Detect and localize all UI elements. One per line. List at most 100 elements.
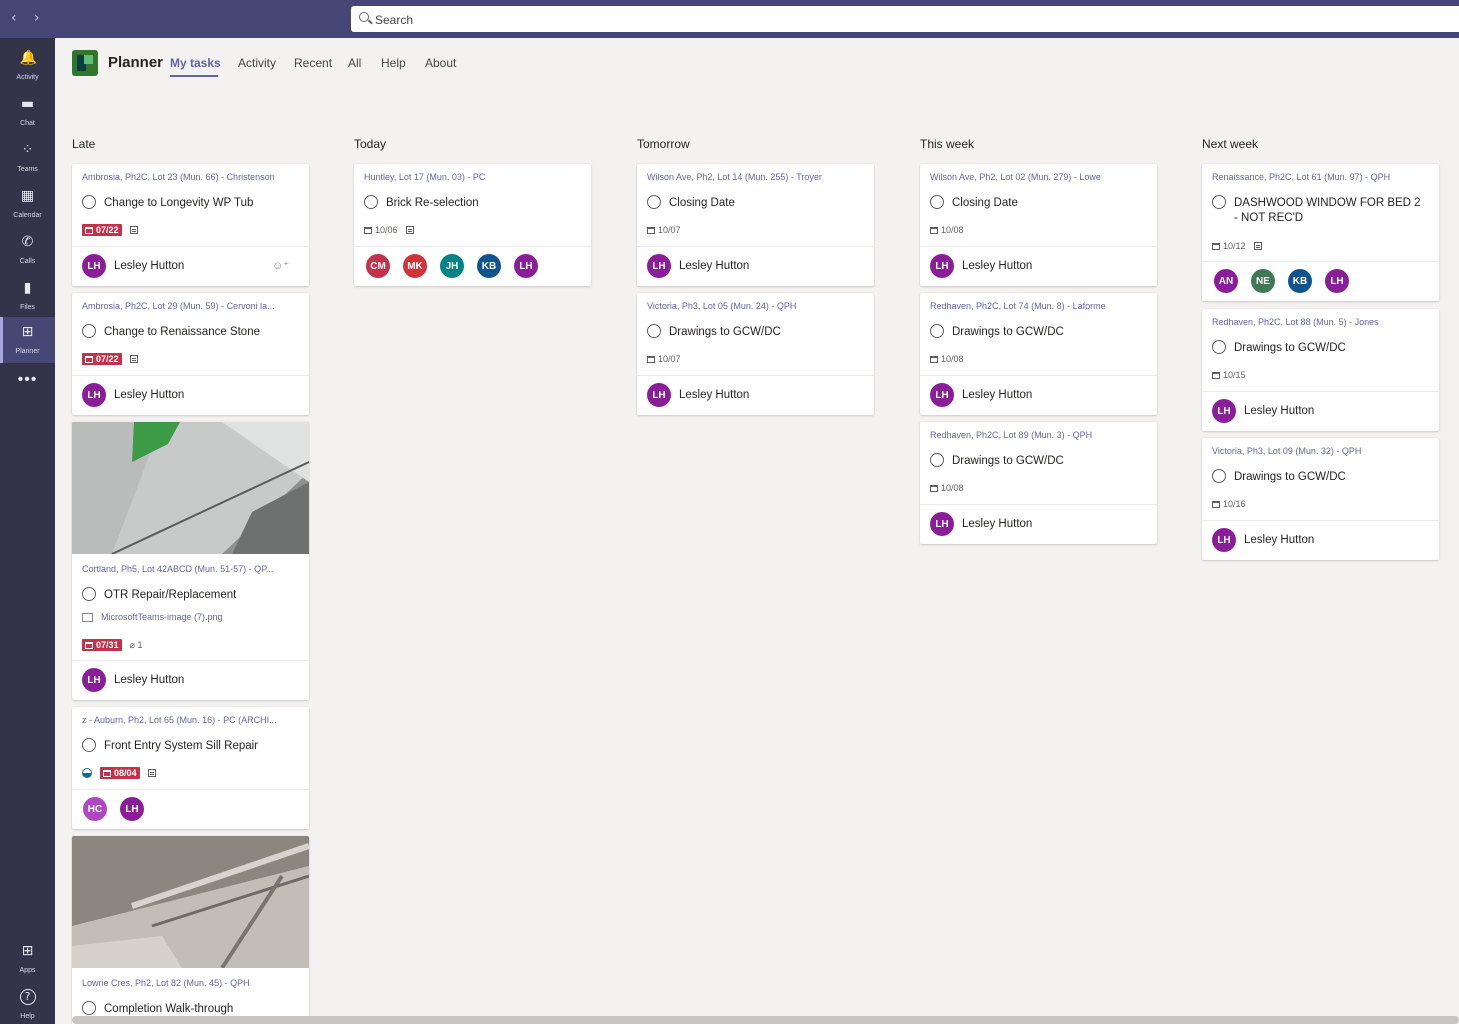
attachment-link[interactable]: MicrosoftTeams-image (7).png	[82, 612, 223, 622]
app-rail: 🔔 Activity ▬ Chat ⁘ Teams ▦ Calendar ✆ C…	[0, 38, 55, 1024]
task-card[interactable]: Wilson Ave, Ph2, Lot 02 (Mun. 279) - Low…	[920, 164, 1157, 286]
app-title: Planner	[108, 54, 164, 71]
avatar: LH	[930, 512, 954, 536]
avatar: LH	[647, 254, 671, 278]
assignee-name: Lesley Hutton	[114, 260, 185, 272]
more-apps-icon[interactable]: •••	[0, 371, 55, 389]
task-card[interactable]: Redhaven, Ph2C, Lot 88 (Mun. 5) - Jones …	[1202, 309, 1439, 431]
complete-task-checkbox[interactable]	[82, 1001, 96, 1015]
task-plan-breadcrumb[interactable]: Lowrie Cres, Ph2, Lot 82 (Mun. 45) - QPH	[82, 978, 300, 988]
complete-task-checkbox[interactable]	[647, 195, 661, 209]
search-input[interactable]: Search	[351, 6, 1459, 32]
calendar-icon	[364, 226, 372, 234]
tab-help[interactable]: Help	[381, 56, 406, 70]
complete-task-checkbox[interactable]	[1212, 469, 1226, 483]
task-plan-breadcrumb[interactable]: Victoria, Ph3, Lot 09 (Mun. 32) - QPH	[1212, 446, 1430, 456]
task-card[interactable]: Wilson Ave, Ph2, Lot 14 (Mun. 255) - Tro…	[637, 164, 874, 286]
task-card[interactable]: Lowrie Cres, Ph2, Lot 82 (Mun. 45) - QPH…	[72, 836, 309, 1024]
tab-recent[interactable]: Recent	[294, 56, 332, 70]
avatar: HC	[83, 797, 107, 821]
rail-item-teams[interactable]: ⁘ Teams	[0, 135, 55, 181]
avatar: LH	[82, 254, 106, 278]
task-plan-breadcrumb[interactable]: Redhaven, Ph2C, Lot 88 (Mun. 5) - Jones	[1212, 317, 1430, 327]
task-title: Change to Longevity WP Tub	[104, 197, 254, 209]
assignee: LH Lesley Hutton	[82, 383, 184, 407]
tab-my-tasks[interactable]: My tasks	[170, 56, 221, 70]
avatar: CM	[366, 254, 390, 278]
calendar-icon	[930, 484, 938, 492]
task-title: Drawings to GCW/DC	[669, 326, 781, 338]
calendar-icon	[930, 226, 938, 234]
forward-arrow-icon[interactable]: ›	[34, 10, 40, 26]
teams-icon: ⁘	[21, 142, 34, 158]
avatar: LH	[120, 797, 144, 821]
rail-item-calls[interactable]: ✆ Calls	[0, 227, 55, 273]
complete-task-checkbox[interactable]	[82, 195, 96, 209]
complete-task-checkbox[interactable]	[930, 453, 944, 467]
horizontal-scrollbar[interactable]	[72, 1016, 1459, 1024]
task-title: OTR Repair/Replacement	[104, 589, 237, 601]
task-card[interactable]: Redhaven, Ph2C, Lot 74 (Mun. 8) - Laform…	[920, 293, 1157, 415]
task-plan-breadcrumb[interactable]: Ambrosia, Ph2C, Lot 29 (Mun. 59) - Cervo…	[82, 301, 300, 311]
task-card[interactable]: Redhaven, Ph2C, Lot 89 (Mun. 3) - QPH Dr…	[920, 422, 1157, 544]
search-placeholder: Search	[375, 13, 414, 27]
assignee-name: Lesley Hutton	[679, 260, 750, 272]
assignee: LH Lesley Hutton	[647, 383, 749, 407]
planner-icon: ⊞	[21, 324, 34, 340]
column-title-today: Today	[354, 137, 387, 151]
rail-item-activity[interactable]: 🔔 Activity	[0, 43, 55, 89]
task-card[interactable]: Victoria, Ph3, Lot 05 (Mun. 24) - QPH Dr…	[637, 293, 874, 415]
task-card[interactable]: Cortland, Ph5, Lot 42ABCD (Mun. 51-57) -…	[72, 422, 309, 700]
complete-task-checkbox[interactable]	[82, 324, 96, 338]
avatar: LH	[1212, 399, 1236, 423]
rail-item-planner[interactable]: ⊞ Planner	[0, 317, 55, 363]
calendar-icon	[930, 355, 938, 363]
search-icon	[359, 12, 369, 22]
complete-task-checkbox[interactable]	[1212, 195, 1226, 209]
task-plan-breadcrumb[interactable]: Wilson Ave, Ph2, Lot 14 (Mun. 255) - Tro…	[647, 172, 865, 182]
task-plan-breadcrumb[interactable]: Renaissance, Ph2C, Lot 61 (Mun. 97) - QP…	[1212, 172, 1430, 182]
task-plan-breadcrumb[interactable]: Huntley, Lot 17 (Mun. 03) - PC	[364, 172, 582, 182]
rail-item-help[interactable]: ? Help	[0, 982, 55, 1024]
assign-person-icon[interactable]: ☺⁺	[272, 259, 289, 272]
rail-item-calendar[interactable]: ▦ Calendar	[0, 181, 55, 227]
task-plan-breadcrumb[interactable]: z - Auburn, Ph2, Lot 65 (Mun. 16) - PC (…	[82, 715, 300, 725]
complete-task-checkbox[interactable]	[82, 587, 96, 601]
task-plan-breadcrumb[interactable]: Redhaven, Ph2C, Lot 74 (Mun. 8) - Laform…	[930, 301, 1148, 311]
due-date: 10/06	[364, 225, 398, 235]
task-card[interactable]: Ambrosia, Ph2C, Lot 29 (Mun. 59) - Cervo…	[72, 293, 309, 415]
task-plan-breadcrumb[interactable]: Victoria, Ph3, Lot 05 (Mun. 24) - QPH	[647, 301, 865, 311]
task-plan-breadcrumb[interactable]: Wilson Ave, Ph2, Lot 02 (Mun. 279) - Low…	[930, 172, 1148, 182]
task-card[interactable]: Renaissance, Ph2C, Lot 61 (Mun. 97) - QP…	[1202, 164, 1439, 301]
complete-task-checkbox[interactable]	[82, 738, 96, 752]
task-plan-breadcrumb[interactable]: Redhaven, Ph2C, Lot 89 (Mun. 3) - QPH	[930, 430, 1148, 440]
tab-activity[interactable]: Activity	[238, 56, 276, 70]
back-arrow-icon[interactable]: ‹	[11, 10, 17, 26]
assignee: LH Lesley Hutton	[647, 254, 749, 278]
due-date-badge: 07/31	[82, 639, 122, 651]
complete-task-checkbox[interactable]	[930, 324, 944, 338]
due-date: 10/12	[1212, 241, 1246, 251]
rail-item-files[interactable]: ▮ Files	[0, 273, 55, 319]
task-card[interactable]: Victoria, Ph3, Lot 09 (Mun. 32) - QPH Dr…	[1202, 438, 1439, 560]
complete-task-checkbox[interactable]	[364, 195, 378, 209]
complete-task-checkbox[interactable]	[930, 195, 944, 209]
avatar: KB	[477, 254, 501, 278]
assignee: LH Lesley Hutton	[82, 668, 184, 692]
rail-item-apps[interactable]: ⊞ Apps	[0, 936, 55, 982]
rail-item-chat[interactable]: ▬ Chat	[0, 89, 55, 135]
task-plan-breadcrumb[interactable]: Ambrosia, Ph2C, Lot 23 (Mun. 66) - Chris…	[82, 172, 300, 182]
column-title-late: Late	[72, 137, 96, 151]
tab-all[interactable]: All	[348, 56, 361, 70]
task-preview-image	[72, 836, 309, 968]
complete-task-checkbox[interactable]	[1212, 340, 1226, 354]
task-card[interactable]: Huntley, Lot 17 (Mun. 03) - PC Brick Re-…	[354, 164, 591, 286]
tab-about[interactable]: About	[425, 56, 456, 70]
complete-task-checkbox[interactable]	[647, 324, 661, 338]
task-card[interactable]: Ambrosia, Ph2C, Lot 23 (Mun. 66) - Chris…	[72, 164, 309, 286]
assignee-avatars: HC LH	[83, 797, 144, 821]
assignee-name: Lesley Hutton	[962, 260, 1033, 272]
avatar: LH	[930, 383, 954, 407]
task-plan-breadcrumb[interactable]: Cortland, Ph5, Lot 42ABCD (Mun. 51-57) -…	[82, 564, 300, 574]
task-card[interactable]: z - Auburn, Ph2, Lot 65 (Mun. 16) - PC (…	[72, 707, 309, 829]
